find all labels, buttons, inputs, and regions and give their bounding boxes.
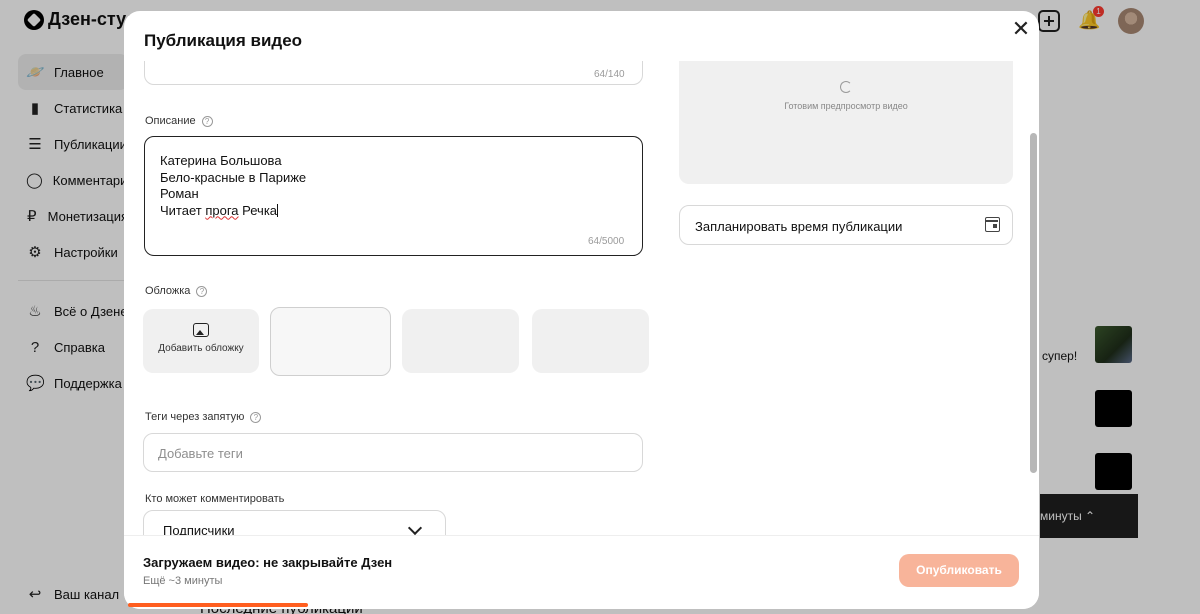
help-icon[interactable]: ? <box>196 285 208 297</box>
comments-label-text: Кто может комментировать <box>145 493 285 505</box>
description-line: Катерина Большова <box>160 153 282 168</box>
description-label-text: Описание <box>145 115 196 127</box>
modal-scrollbar[interactable] <box>1030 133 1037 473</box>
add-cover-label: Добавить обложку <box>158 343 244 354</box>
chevron-down-icon <box>407 520 423 535</box>
publish-button[interactable]: Опубликовать <box>899 554 1019 587</box>
cover-label-text: Обложка <box>145 285 191 297</box>
tags-placeholder: Добавьте теги <box>158 446 243 461</box>
loading-spinner-icon <box>840 81 852 93</box>
misspelled-word: прога <box>205 202 239 218</box>
comments-label: Кто может комментировать <box>145 493 284 505</box>
cover-option[interactable] <box>532 309 649 373</box>
cover-label: Обложка ? <box>145 285 208 297</box>
description-line: Бело-красные в Париже <box>160 169 307 185</box>
help-icon[interactable]: ? <box>250 411 262 423</box>
upload-status: Загружаем видео: не закрывайте Дзен <box>143 555 393 570</box>
close-icon[interactable]: ✕ <box>1009 17 1033 41</box>
preview-status: Готовим предпросмотр видео <box>784 101 908 111</box>
add-cover-button[interactable]: Добавить обложку <box>143 309 259 373</box>
description-field[interactable]: Катерина Большова Бело-красные в Париже … <box>144 136 643 256</box>
modal-footer: Загружаем видео: не закрывайте Дзен Ещё … <box>124 535 1039 609</box>
video-preview: Готовим предпросмотр видео <box>679 61 1013 184</box>
tags-label: Теги через запятую ? <box>145 411 262 423</box>
description-line: Читает <box>160 202 206 218</box>
title-field[interactable]: 64/140 <box>144 61 643 85</box>
modal-content: 64/140 Описание ? Катерина Большова Бело… <box>124 61 1039 535</box>
upload-eta: Ещё ~3 минуты <box>143 575 223 587</box>
help-icon[interactable]: ? <box>201 115 213 127</box>
comments-select-value: Подписчики <box>163 523 235 535</box>
schedule-label: Запланировать время публикации <box>695 219 903 234</box>
cover-option-selected[interactable] <box>270 307 391 376</box>
publish-video-modal: Публикация видео ✕ 64/140 Описание ? Кат… <box>124 11 1039 609</box>
description-line: Роман <box>160 186 199 201</box>
description-counter: 64/5000 <box>588 236 625 247</box>
cover-option[interactable] <box>402 309 519 373</box>
tags-label-text: Теги через запятую <box>145 411 245 423</box>
comments-permission-select[interactable]: Подписчики <box>143 510 446 535</box>
description-label: Описание ? <box>145 115 213 127</box>
schedule-publication-field[interactable]: Запланировать время публикации <box>679 205 1013 245</box>
calendar-icon[interactable] <box>985 217 1000 232</box>
tags-input[interactable]: Добавьте теги <box>143 433 643 472</box>
text-caret <box>277 203 279 217</box>
description-text[interactable]: Катерина Большова Бело-красные в Париже … <box>160 153 306 219</box>
modal-title: Публикация видео <box>144 31 303 50</box>
image-icon <box>193 323 209 337</box>
description-line-end: Речка <box>238 202 278 218</box>
upload-progress-bar <box>128 603 308 607</box>
title-counter: 64/140 <box>594 69 625 80</box>
